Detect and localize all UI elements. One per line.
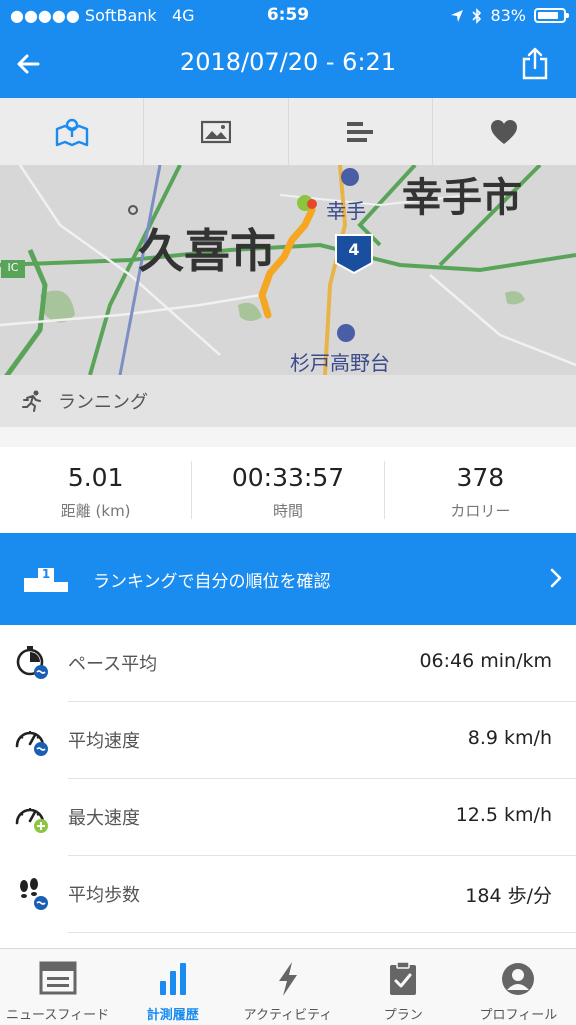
time-value: 00:33:57 bbox=[231, 463, 345, 492]
activity-type-label: ランニング bbox=[58, 392, 148, 413]
share-icon[interactable] bbox=[519, 46, 551, 80]
podium-rank: 1 bbox=[41, 567, 51, 581]
stat-time: 00:33:57 時間 bbox=[192, 461, 385, 520]
footsteps-icon bbox=[20, 878, 48, 910]
chevron-right-icon bbox=[550, 568, 562, 588]
calories-label: カロリー bbox=[450, 502, 511, 520]
detail-row-average-speed: 平均速度 8.9 km/h bbox=[0, 702, 576, 779]
ranking-banner-text: ランキングで自分の順位を確認 bbox=[93, 572, 331, 592]
route-map[interactable]: 久喜市 幸手市 幸手 杉戸高野台 4 IC bbox=[0, 165, 576, 375]
map-icon bbox=[55, 118, 88, 146]
speedometer-average-icon bbox=[15, 731, 48, 756]
max-speed-label: 最大速度 bbox=[68, 808, 140, 829]
speedometer-max-icon bbox=[15, 808, 48, 833]
battery-percent: 83% bbox=[490, 6, 526, 25]
pace-label: ペース平均 bbox=[68, 654, 158, 675]
location-arrow-icon bbox=[451, 9, 464, 22]
stat-calories: 378 カロリー bbox=[385, 461, 576, 520]
detail-row-pace: ペース平均 06:46 min/km bbox=[0, 625, 576, 702]
bars-icon bbox=[347, 121, 374, 142]
cadence-label: 平均歩数 bbox=[68, 885, 140, 906]
average-speed-label: 平均速度 bbox=[68, 731, 140, 752]
nav-activity-label: アクティビティ bbox=[243, 1008, 333, 1023]
nav-activity[interactable]: アクティビティ bbox=[230, 949, 345, 1025]
summary-stats: 5.01 距離 (km) 00:33:57 時間 378 カロリー bbox=[0, 447, 576, 533]
tab-map[interactable] bbox=[0, 98, 145, 165]
distance-value: 5.01 bbox=[67, 463, 124, 492]
runner-icon bbox=[22, 390, 41, 412]
heart-icon bbox=[491, 119, 518, 144]
station-label-sugito: 杉戸高野台 bbox=[290, 351, 390, 375]
profile-icon bbox=[502, 963, 535, 995]
max-speed-value: 12.5 km/h bbox=[455, 804, 552, 826]
pace-stopwatch-icon bbox=[16, 646, 48, 679]
distance-label: 距離 (km) bbox=[60, 502, 131, 520]
station-label-satte: 幸手 bbox=[326, 199, 366, 223]
bluetooth-icon bbox=[472, 7, 482, 24]
activity-type-bar: ランニング bbox=[0, 375, 576, 427]
ranking-banner[interactable]: ランキングで自分の順位を確認 bbox=[0, 533, 576, 625]
app-header: ●●●●● SoftBank 4G 6:59 83% 2018/07/20 - … bbox=[0, 0, 576, 98]
nav-profile[interactable]: プロフィール bbox=[461, 949, 576, 1025]
activity-tabs bbox=[0, 98, 576, 165]
photo-icon bbox=[200, 120, 231, 143]
nav-plan[interactable]: プラン bbox=[346, 949, 461, 1025]
cadence-value: 184 歩/分 bbox=[465, 885, 552, 907]
pace-value: 06:46 min/km bbox=[419, 650, 552, 672]
row-divider bbox=[68, 932, 576, 933]
tab-splits[interactable] bbox=[289, 98, 433, 165]
podium-icon: 1 bbox=[24, 567, 68, 593]
average-speed-value: 8.9 km/h bbox=[467, 727, 552, 749]
battery-icon bbox=[534, 8, 569, 23]
time-label: 時間 bbox=[272, 502, 303, 520]
nav-newsfeed-label: ニュースフィード bbox=[6, 1008, 110, 1023]
nav-plan-label: プラン bbox=[383, 1008, 423, 1023]
route-shield-number: 4 bbox=[348, 240, 360, 259]
nav-history-label: 計測履歴 bbox=[146, 1008, 199, 1023]
lightning-icon bbox=[279, 962, 297, 996]
status-right: 83% bbox=[450, 6, 569, 25]
city-label-satte: 幸手市 bbox=[402, 175, 522, 221]
newsfeed-icon bbox=[39, 961, 77, 995]
nav-history[interactable]: 計測履歴 bbox=[115, 949, 230, 1025]
bottom-nav: ニュースフィード 計測履歴 アクティビティ プラン プロフィール bbox=[0, 948, 576, 1025]
detail-row-cadence: 平均歩数 184 歩/分 bbox=[0, 856, 576, 933]
detail-row-max-speed: 最大速度 12.5 km/h bbox=[0, 779, 576, 856]
city-label-kuki: 久喜市 bbox=[138, 224, 276, 278]
tab-photos[interactable] bbox=[144, 98, 289, 165]
nav-profile-label: プロフィール bbox=[479, 1008, 558, 1023]
history-bars-icon bbox=[159, 963, 186, 995]
page-title: 2018/07/20 - 6:21 bbox=[179, 48, 397, 76]
stat-distance: 5.01 距離 (km) bbox=[0, 461, 193, 520]
clipboard-icon bbox=[390, 961, 417, 995]
tab-likes[interactable] bbox=[433, 98, 576, 165]
status-bar: ●●●●● SoftBank 4G 6:59 83% bbox=[0, 0, 576, 32]
calories-value: 378 bbox=[456, 463, 505, 492]
ic-badge: IC bbox=[7, 261, 19, 274]
nav-newsfeed[interactable]: ニュースフィード bbox=[0, 949, 115, 1025]
divider bbox=[0, 427, 576, 447]
